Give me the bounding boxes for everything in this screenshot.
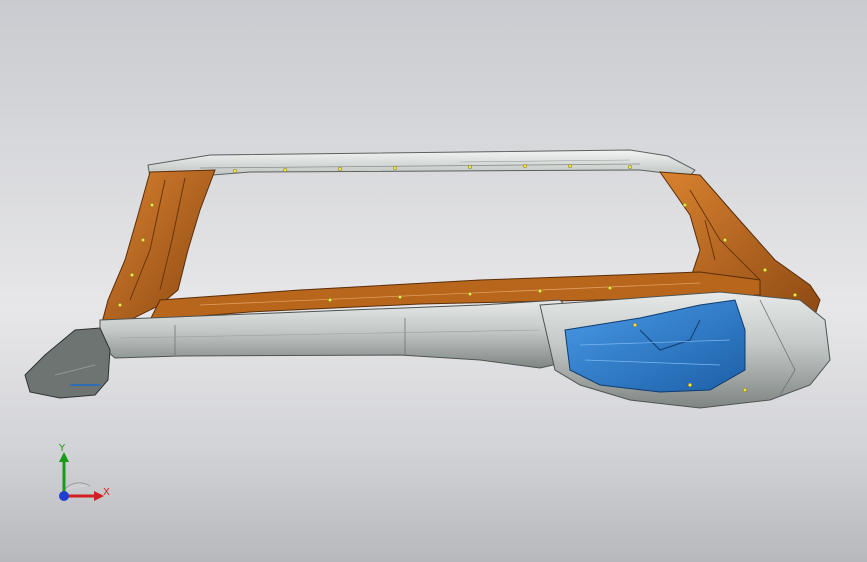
x-axis-label: X — [103, 487, 110, 498]
z-axis-dot — [59, 491, 69, 501]
axis-triad: Y X — [40, 438, 120, 518]
body-side-frame-model[interactable] — [0, 0, 867, 562]
front-hinge-bracket[interactable] — [24, 327, 111, 399]
y-axis-label: Y — [59, 443, 66, 454]
roof-rail[interactable] — [147, 149, 696, 179]
cad-viewport[interactable]: Y X — [0, 0, 867, 562]
triad-arc — [63, 482, 91, 491]
triad-graphic — [59, 452, 104, 501]
